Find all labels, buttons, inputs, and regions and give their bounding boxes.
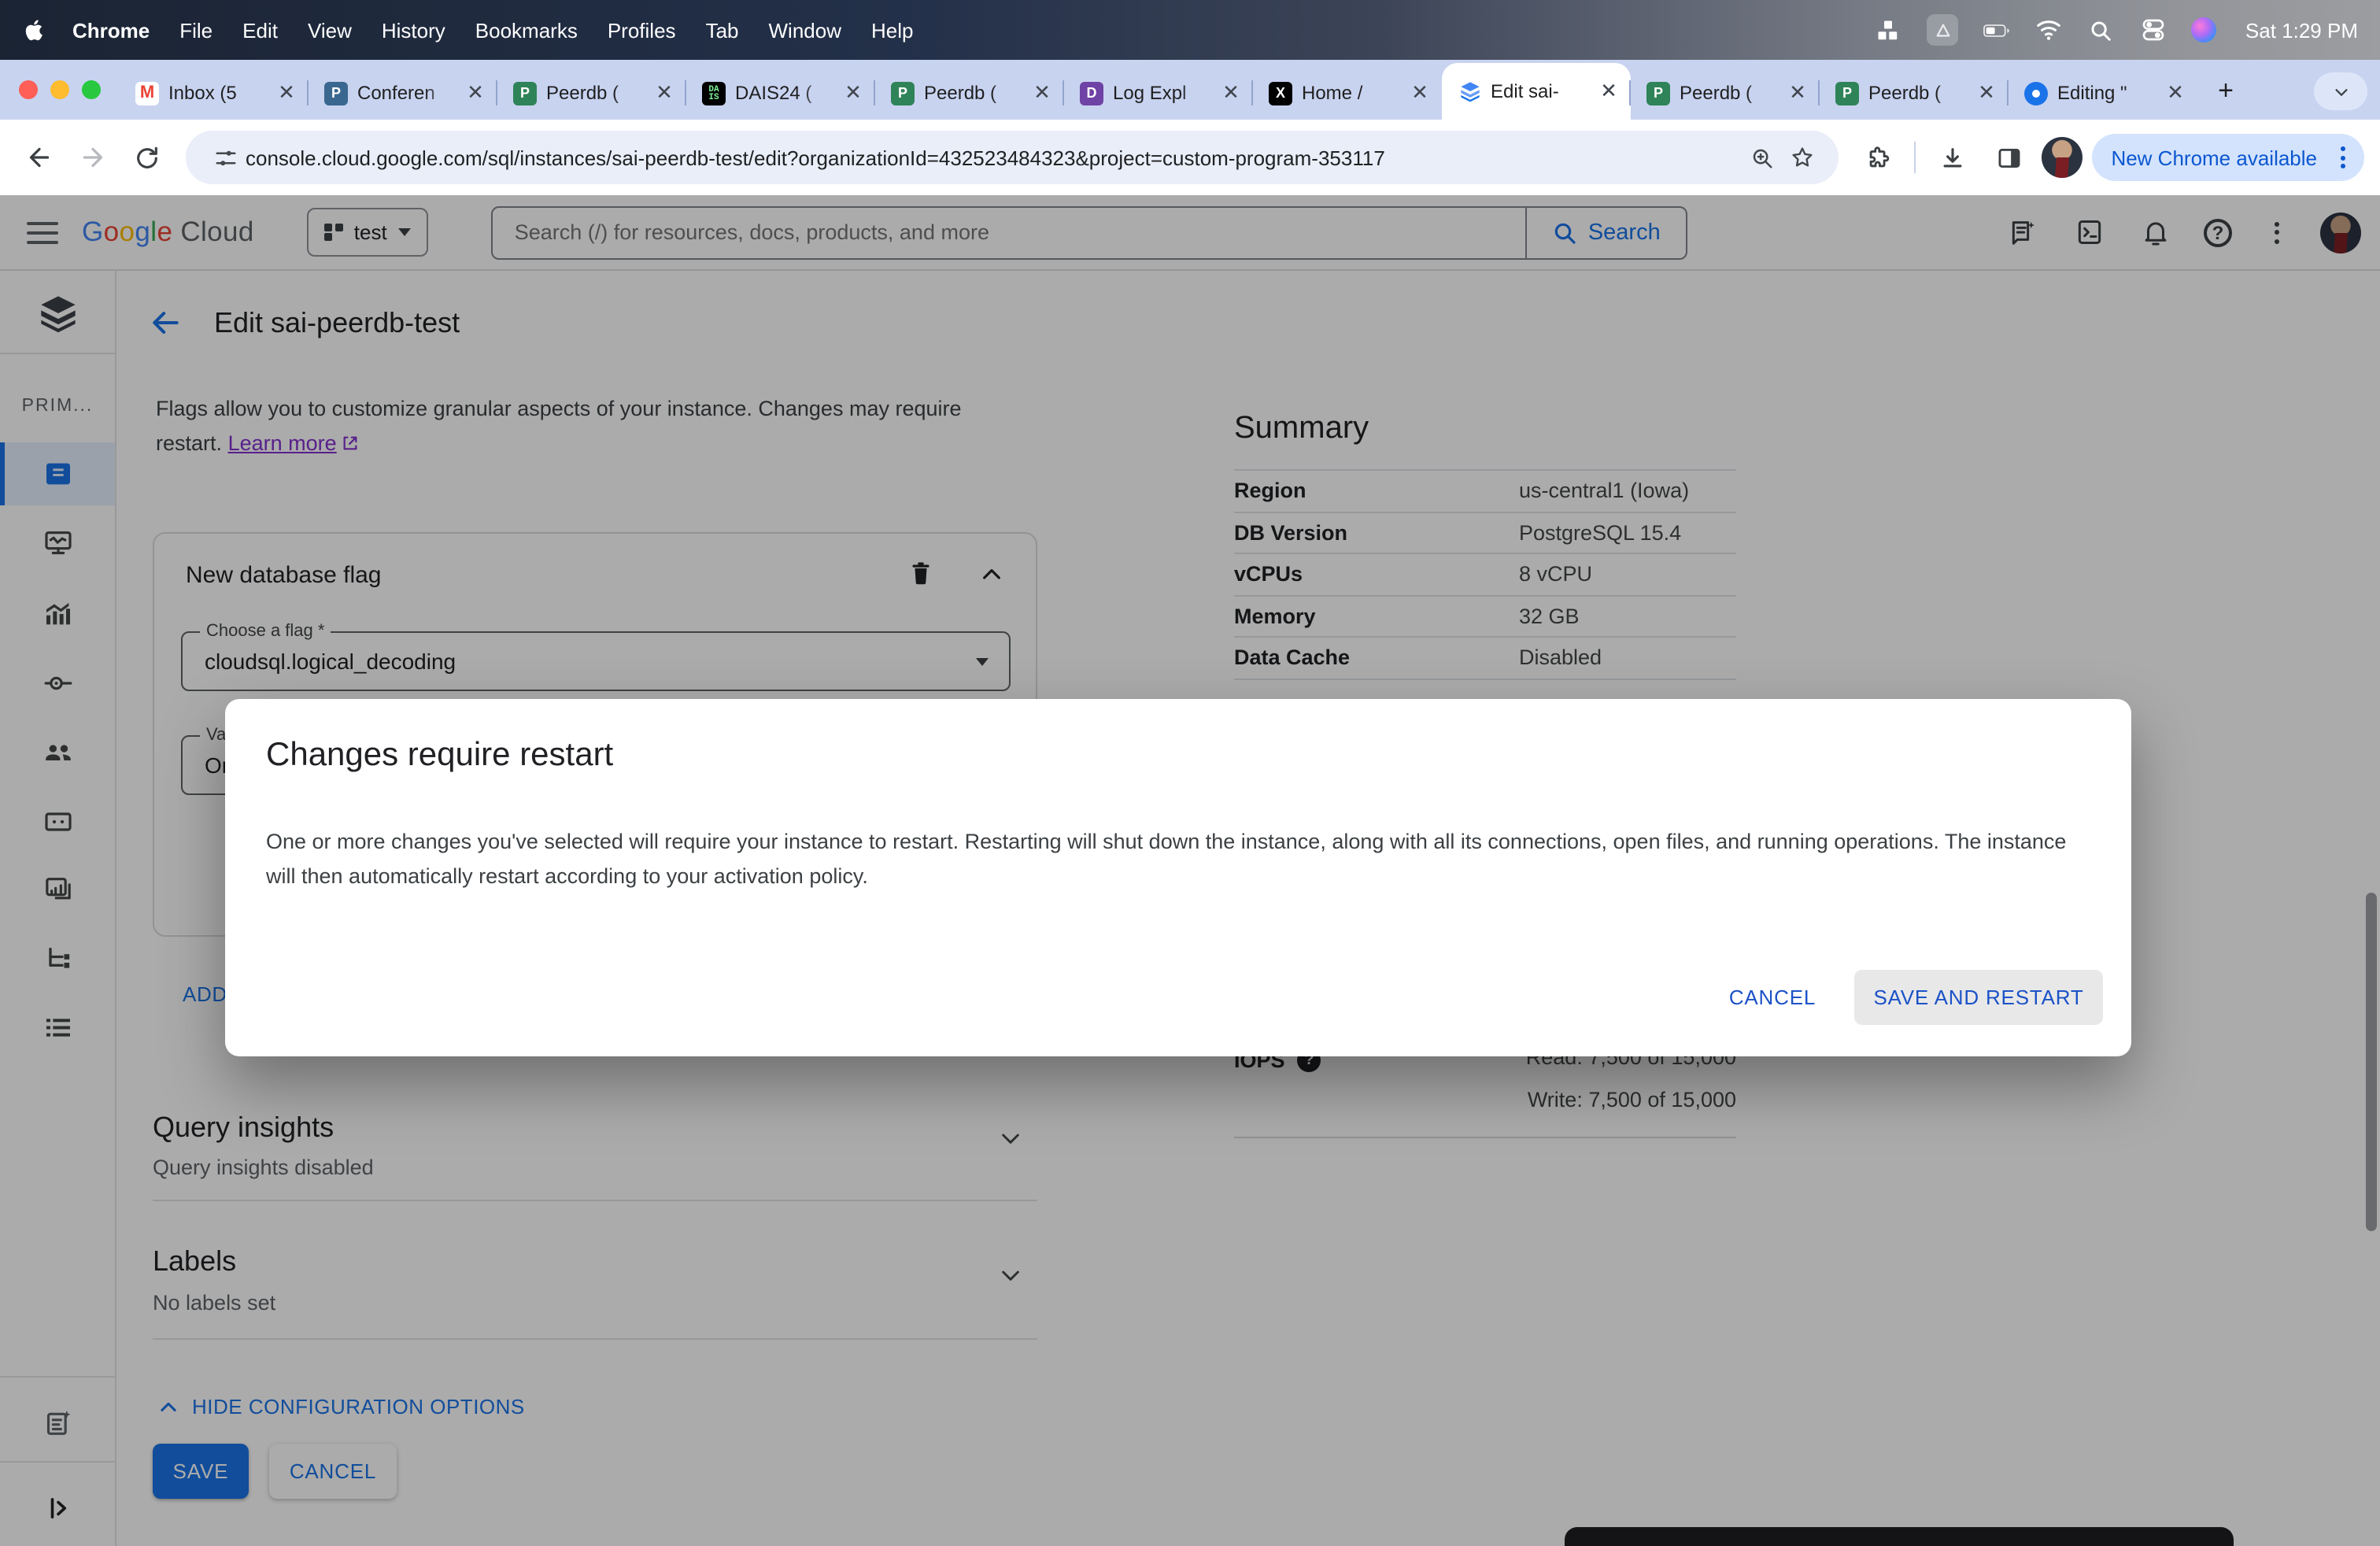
menubar-item-window[interactable]: Window xyxy=(769,18,842,42)
tab-log-explorer[interactable]: D Log Expl ✕ xyxy=(1062,66,1253,120)
minimize-window-button[interactable] xyxy=(50,80,69,99)
dialog-body-text: One or more changes you've selected will… xyxy=(266,830,2067,888)
tab-close-icon[interactable]: ✕ xyxy=(274,80,299,105)
menubar-item-file[interactable]: File xyxy=(179,18,213,42)
apple-menu-icon[interactable] xyxy=(22,17,47,43)
tab-peerdb-2[interactable]: P Peerdb (✕ xyxy=(874,66,1064,120)
dialog-title: Changes require restart xyxy=(266,737,614,773)
zoom-icon[interactable] xyxy=(1741,137,1782,178)
back-icon[interactable] xyxy=(16,134,63,181)
maps-favicon xyxy=(2024,81,2048,105)
tab-edit-sai-peerdb-active[interactable]: Edit sai- ✕ xyxy=(1442,63,1631,120)
tab-close-icon[interactable]: ✕ xyxy=(1407,80,1432,105)
screen: Chrome File Edit View History Bookmarks … xyxy=(0,0,2380,1546)
tab-close-icon[interactable]: ✕ xyxy=(2163,80,2188,105)
siri-icon[interactable] xyxy=(2191,17,2217,43)
dialog-save-and-restart-button[interactable]: SAVE AND RESTART xyxy=(1854,970,2103,1025)
downloads-icon[interactable] xyxy=(1928,134,1975,181)
tab-close-icon[interactable]: ✕ xyxy=(1596,79,1621,104)
browser-menu-kebab-icon[interactable] xyxy=(2330,146,2355,168)
x-favicon: X xyxy=(1269,81,1292,105)
gmail-favicon: M xyxy=(135,81,159,105)
dialog-cancel-button[interactable]: CANCEL xyxy=(1713,970,1832,1025)
wifi-icon[interactable] xyxy=(2036,17,2063,43)
peerdb-favicon: P xyxy=(1646,81,1670,105)
browser-profile-avatar[interactable] xyxy=(2042,137,2083,178)
browser-toolbar: console.cloud.google.com/sql/instances/s… xyxy=(0,120,2380,195)
menubar-item-view[interactable]: View xyxy=(308,18,352,42)
reload-icon[interactable] xyxy=(123,134,170,181)
peerdb-favicon: P xyxy=(513,81,537,105)
extensions-icon[interactable] xyxy=(1854,134,1901,181)
window-controls xyxy=(19,60,120,120)
tab-x-home[interactable]: X Home / ✕ xyxy=(1251,66,1442,120)
menubar-item-profiles[interactable]: Profiles xyxy=(608,18,676,42)
tab-close-icon[interactable]: ✕ xyxy=(1218,80,1244,105)
peerdb-favicon: P xyxy=(891,81,915,105)
tab-strip: M Inbox (5 ✕ P Conferen ✕ P Peerdb (✕ DA I… xyxy=(0,60,2380,120)
tab-close-icon[interactable]: ✕ xyxy=(1029,80,1055,105)
menubar-item-bookmarks[interactable]: Bookmarks xyxy=(475,18,578,42)
macos-menubar: Chrome File Edit View History Bookmarks … xyxy=(0,0,2380,60)
tab-peerdb-3[interactable]: P Peerdb (✕ xyxy=(1629,66,1820,120)
address-bar[interactable]: console.cloud.google.com/sql/instances/s… xyxy=(186,131,1839,184)
peerdb-favicon: P xyxy=(1835,81,1859,105)
menubar-item-edit[interactable]: Edit xyxy=(242,18,278,42)
bookmark-star-icon[interactable] xyxy=(1782,137,1823,178)
menubar-item-chrome[interactable]: Chrome xyxy=(72,18,150,42)
tab-conference[interactable]: P Conferen ✕ xyxy=(307,66,497,120)
toolbar-divider xyxy=(1914,142,1916,173)
tab-close-icon[interactable]: ✕ xyxy=(652,80,677,105)
chrome-update-pill[interactable]: New Chrome available xyxy=(2092,134,2364,181)
menubar-badge-icon[interactable] xyxy=(1927,14,1959,46)
restart-confirmation-dialog: Changes require restart One or more chan… xyxy=(225,699,2131,1056)
datadog-favicon: D xyxy=(1080,81,1103,105)
new-tab-button[interactable]: + xyxy=(2204,69,2248,113)
url-text: console.cloud.google.com/sql/instances/s… xyxy=(246,146,1385,169)
postgresql-favicon: P xyxy=(324,81,348,105)
tab-peerdb-1[interactable]: P Peerdb (✕ xyxy=(496,66,686,120)
tab-close-icon[interactable]: ✕ xyxy=(841,80,866,105)
tab-close-icon[interactable]: ✕ xyxy=(1785,80,1810,105)
tab-dais24[interactable]: DA IS DAIS24 (✕ xyxy=(685,66,875,120)
site-settings-icon[interactable] xyxy=(205,137,246,178)
tab-peerdb-4[interactable]: P Peerdb (✕ xyxy=(1818,66,2009,120)
side-panel-icon[interactable] xyxy=(1985,134,2032,181)
tab-editing[interactable]: Editing " ✕ xyxy=(2007,66,2197,120)
dais-favicon: DA IS xyxy=(702,81,726,105)
close-window-button[interactable] xyxy=(19,80,38,99)
tab-search-chevron[interactable] xyxy=(2314,72,2367,110)
menubar-clock[interactable]: Sat 1:29 PM xyxy=(2245,18,2358,42)
spotlight-search-icon[interactable] xyxy=(2088,17,2115,43)
app-blocks-icon[interactable] xyxy=(1876,17,1902,43)
menubar-item-tab[interactable]: Tab xyxy=(706,18,739,42)
menubar-item-help[interactable]: Help xyxy=(871,18,914,42)
battery-icon[interactable] xyxy=(1984,17,2011,43)
tab-inbox[interactable]: M Inbox (5 ✕ xyxy=(120,66,309,120)
maximize-window-button[interactable] xyxy=(82,80,101,99)
menubar-item-history[interactable]: History xyxy=(382,18,445,42)
browser-viewport: Google Cloud test Search (/) for resourc… xyxy=(0,195,2380,1546)
control-center-icon[interactable] xyxy=(2140,17,2167,43)
cloud-sql-favicon xyxy=(1458,80,1481,103)
forward-icon[interactable] xyxy=(69,134,116,181)
tab-close-icon[interactable]: ✕ xyxy=(463,80,488,105)
tab-close-icon[interactable]: ✕ xyxy=(1974,80,1999,105)
